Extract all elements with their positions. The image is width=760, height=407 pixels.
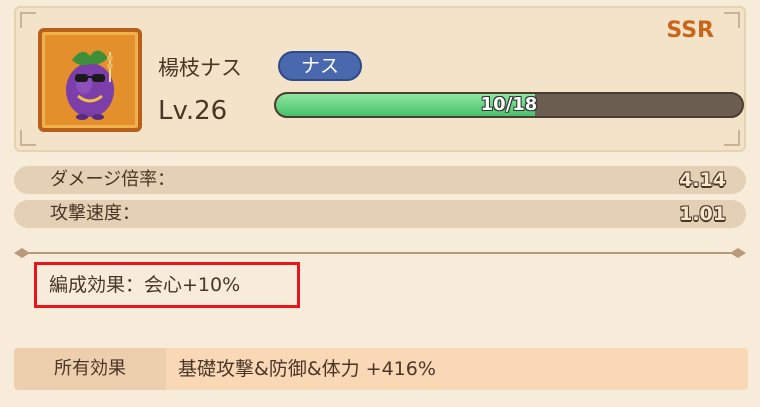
character-card: SSR 楊枝ナス ナス Lv.26 xyxy=(14,6,746,152)
stat-value: 4.14 xyxy=(679,169,726,191)
card-corner-ornament xyxy=(20,12,36,28)
rarity-label: SSR xyxy=(666,18,714,43)
formation-effect-text: 編成効果：会心+10% xyxy=(49,274,241,296)
owned-effect-value: 基礎攻撃&防御&体力 +416% xyxy=(178,358,436,380)
level-progress-text: 10/18 xyxy=(480,94,538,115)
stat-label: 攻撃速度： xyxy=(50,203,140,224)
card-corner-ornament xyxy=(724,12,740,28)
stat-value: 1.01 xyxy=(679,203,726,225)
card-corner-ornament xyxy=(724,130,740,146)
formation-effect-highlight: 編成効果：会心+10% xyxy=(34,262,300,308)
stat-label: ダメージ倍率： xyxy=(50,169,176,190)
character-name: 楊枝ナス xyxy=(158,56,242,80)
type-tag: ナス xyxy=(278,51,362,81)
card-corner-ornament xyxy=(20,130,36,146)
owned-effect-label: 所有効果 xyxy=(14,348,166,390)
character-level: Lv.26 xyxy=(158,96,228,126)
stat-row-damage-multiplier: ダメージ倍率： 4.14 xyxy=(14,166,746,194)
owned-effect-row: 所有効果 基礎攻撃&防御&体力 +416% xyxy=(14,348,748,390)
level-progress-bar: 10/18 xyxy=(274,92,744,118)
character-portrait[interactable] xyxy=(38,28,142,132)
eggplant-character-icon xyxy=(66,50,114,120)
stat-row-attack-speed: 攻撃速度： 1.01 xyxy=(14,200,746,228)
section-divider xyxy=(14,248,746,258)
